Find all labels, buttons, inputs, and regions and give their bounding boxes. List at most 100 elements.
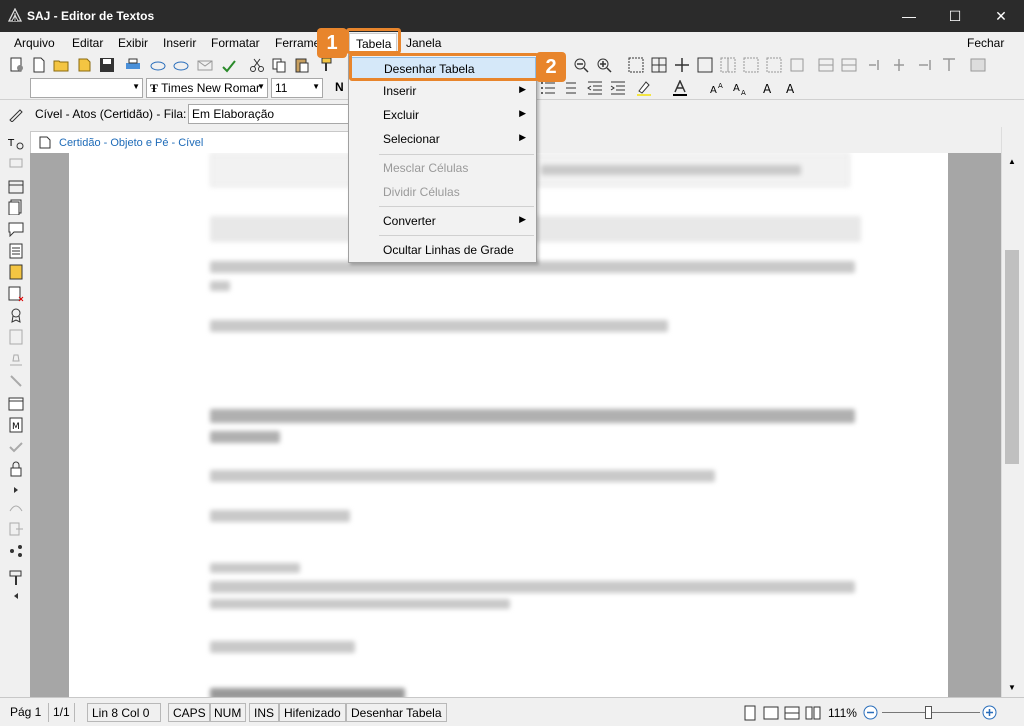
lock-icon[interactable] [8, 461, 24, 477]
fila-field[interactable]: Em Elaboração [188, 104, 356, 124]
maximize-button[interactable]: ☐ [932, 0, 978, 32]
menu-item-selecionar[interactable]: Selecionar ▶ [349, 128, 536, 150]
email-icon[interactable] [197, 57, 213, 73]
menu-editar[interactable]: Editar [72, 36, 103, 50]
font-size-select[interactable]: 11 ▼ [271, 78, 323, 98]
numbered-list-icon[interactable] [561, 80, 577, 96]
paste-icon[interactable] [294, 57, 310, 73]
spellcheck-icon[interactable] [221, 57, 237, 73]
highlight-icon[interactable] [636, 80, 652, 96]
cloud-upload-icon[interactable] [150, 57, 166, 73]
col-insert-left-icon[interactable] [868, 57, 884, 73]
table-autoformat-icon[interactable] [970, 57, 986, 73]
print-icon[interactable] [125, 57, 141, 73]
zoom-in-circle-icon[interactable] [982, 705, 997, 720]
open-recent-icon[interactable] [77, 57, 93, 73]
blurred-text [210, 409, 855, 423]
fechar-button[interactable]: Fechar [967, 36, 1004, 50]
columns-disabled-icon [9, 329, 23, 345]
row-insert-icon[interactable] [818, 57, 834, 73]
scroll-down-icon[interactable]: ▼ [1008, 683, 1016, 692]
menu-formatar[interactable]: Formatar [211, 36, 260, 50]
font-color-icon[interactable] [672, 80, 688, 96]
copy-icon[interactable] [271, 57, 287, 73]
comment-icon[interactable] [8, 221, 24, 237]
table-merge-icon[interactable] [766, 57, 782, 73]
zoom-out-icon[interactable] [573, 57, 589, 73]
shrink-font-icon[interactable]: A [785, 80, 801, 96]
table-split-icon[interactable] [743, 57, 759, 73]
draft-view-icon[interactable] [784, 705, 800, 721]
outdent-icon[interactable] [587, 80, 603, 96]
text-replace-icon[interactable]: T [8, 135, 24, 151]
menu-janela[interactable]: Janela [406, 36, 441, 50]
subscript-icon[interactable]: AA [733, 80, 749, 96]
cut-icon[interactable] [249, 57, 265, 73]
minimize-button[interactable]: — [886, 0, 932, 32]
row-delete-icon[interactable] [941, 57, 957, 73]
close-button[interactable]: ✕ [978, 0, 1024, 32]
new-from-template-icon[interactable] [9, 57, 25, 73]
style-select[interactable]: ▼ [30, 78, 143, 98]
menu-inserir[interactable]: Inserir [163, 36, 196, 50]
zoom-slider-thumb[interactable] [925, 706, 932, 719]
new-document-icon[interactable] [31, 57, 47, 73]
col-delete-icon[interactable] [918, 57, 934, 73]
open-folder-icon[interactable] [53, 57, 69, 73]
superscript-icon[interactable]: AA [710, 80, 726, 96]
menu-ferramentas[interactable]: Ferrame [275, 36, 320, 50]
queue-label: Cível - Atos (Certidão) - Fila: [35, 107, 187, 121]
format-painter-icon[interactable] [318, 57, 334, 73]
close-icon: ✕ [995, 8, 1007, 24]
stack-documents-icon[interactable] [8, 199, 24, 215]
svg-text:A: A [733, 83, 740, 94]
web-view-icon[interactable] [763, 705, 779, 721]
insert-table-icon[interactable] [651, 57, 667, 73]
blurred-text [210, 581, 855, 593]
zoom-in-icon[interactable] [596, 57, 612, 73]
table-outline-icon[interactable] [789, 57, 805, 73]
font-name-select[interactable]: Ŧ Times New Romar ▼ [146, 78, 268, 98]
vertical-scrollbar[interactable]: ▲ ▼ [1001, 127, 1024, 697]
menu-item-ocultar-linhas-de-grade[interactable]: Ocultar Linhas de Grade [349, 239, 536, 261]
paint-roller-icon[interactable] [8, 570, 24, 586]
grow-font-icon[interactable]: A [762, 80, 778, 96]
field-remove-icon[interactable] [8, 286, 24, 302]
row-insert-below-icon[interactable] [841, 57, 857, 73]
fields-icon[interactable] [8, 179, 24, 195]
menu-separator [379, 206, 534, 207]
table-cross-icon[interactable] [674, 57, 690, 73]
table-grid-icon[interactable] [628, 57, 644, 73]
save-icon[interactable] [99, 57, 115, 73]
menu-item-converter[interactable]: Converter ▶ [349, 210, 536, 232]
expand-small-icon[interactable] [8, 482, 24, 498]
minimize-icon: — [902, 8, 916, 24]
scroll-thumb[interactable] [1005, 250, 1019, 464]
indent-icon[interactable] [610, 80, 626, 96]
menu-item-inserir[interactable]: Inserir ▶ [349, 80, 536, 102]
page-view-icon[interactable] [742, 705, 758, 721]
bold-button[interactable]: N [335, 80, 344, 94]
chevron-down-icon: ▼ [132, 82, 140, 91]
memo-icon[interactable]: M [8, 417, 24, 433]
cloud-download-icon[interactable] [173, 57, 189, 73]
scroll-up-icon[interactable]: ▲ [1008, 157, 1016, 166]
highlight-doc-icon[interactable] [8, 264, 24, 280]
award-icon[interactable] [8, 307, 24, 323]
menu-arquivo[interactable]: Arquivo [14, 36, 55, 50]
collapse-small-icon[interactable] [8, 588, 24, 604]
zoom-out-circle-icon[interactable] [863, 705, 878, 720]
col-insert-right-icon[interactable] [891, 57, 907, 73]
calendar-icon[interactable] [8, 395, 24, 411]
list-document-icon[interactable] [8, 243, 24, 259]
table-border-icon[interactable] [697, 57, 713, 73]
menu-exibir[interactable]: Exibir [118, 36, 148, 50]
bullet-list-icon[interactable] [540, 80, 556, 96]
tab-document[interactable]: Certidão - Objeto e Pé - Cível [30, 131, 350, 153]
menu-item-excluir[interactable]: Excluir ▶ [349, 104, 536, 126]
multi-page-view-icon[interactable] [805, 705, 821, 721]
callout-badge-1: 1 [317, 28, 347, 58]
pen-sign-icon[interactable] [8, 106, 24, 122]
share-icon[interactable] [8, 543, 24, 559]
table-cols-icon[interactable] [720, 57, 736, 73]
